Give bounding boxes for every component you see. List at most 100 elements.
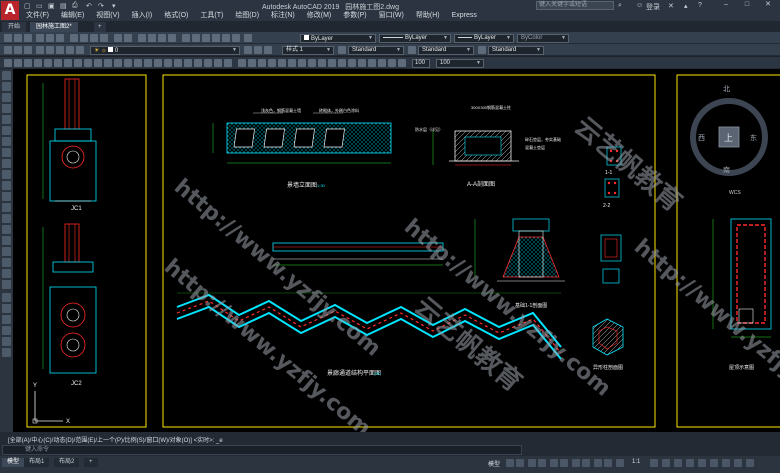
tool-gradient-icon[interactable] xyxy=(2,236,11,245)
zoom-window-icon[interactable] xyxy=(158,34,166,42)
trim-icon[interactable] xyxy=(84,59,92,67)
tool-erase-icon[interactable] xyxy=(2,293,11,302)
model-space-toggle[interactable]: 模型 xyxy=(488,459,500,468)
snap-icon[interactable] xyxy=(348,59,356,67)
tool-rectangle-icon[interactable] xyxy=(2,115,11,124)
line-icon[interactable] xyxy=(4,59,12,67)
array-icon[interactable] xyxy=(154,59,162,67)
stretch-icon[interactable] xyxy=(134,59,142,67)
isodraft-toggle-icon[interactable] xyxy=(550,459,558,467)
plot-icon[interactable] xyxy=(36,34,44,42)
mirror-icon[interactable] xyxy=(114,59,122,67)
maximize-button[interactable]: □ xyxy=(737,0,757,10)
tool-construction-line-icon[interactable] xyxy=(2,82,11,91)
menu-file[interactable]: 文件(F) xyxy=(20,11,55,21)
tool-palettes-icon[interactable] xyxy=(202,34,210,42)
tool-arc-icon[interactable] xyxy=(2,126,11,135)
layer-match-icon[interactable] xyxy=(56,46,64,54)
scale-dropdown[interactable]: 100 ▼ xyxy=(436,59,484,68)
polar-toggle-icon[interactable] xyxy=(538,459,546,467)
preview-icon[interactable] xyxy=(46,34,54,42)
arc-icon[interactable] xyxy=(34,59,42,67)
redo-icon[interactable]: ↷ xyxy=(98,2,104,10)
center-mark-icon[interactable] xyxy=(308,59,316,67)
dim-update-icon[interactable] xyxy=(328,59,336,67)
dim-style-dropdown[interactable]: 样式 1 ▼ xyxy=(282,46,334,55)
dim-linear-icon[interactable] xyxy=(238,59,246,67)
compass-west[interactable]: 西 xyxy=(698,134,705,142)
grid-toggle-icon[interactable] xyxy=(506,459,514,467)
tool-add-selected-icon[interactable] xyxy=(2,280,11,289)
publish-icon[interactable] xyxy=(56,34,64,42)
grid-icon[interactable] xyxy=(358,59,366,67)
layer-walk-icon[interactable] xyxy=(254,46,262,54)
lock-ui-icon[interactable] xyxy=(698,459,706,467)
ortho-toggle-icon[interactable] xyxy=(528,459,536,467)
open-icon[interactable] xyxy=(14,34,22,42)
plotstyle-dropdown[interactable]: ByColor ▼ xyxy=(517,34,569,43)
menu-draw[interactable]: 绘图(D) xyxy=(229,11,265,21)
otrack-toggle-icon[interactable] xyxy=(560,459,568,467)
dim-angular-icon[interactable] xyxy=(268,59,276,67)
tolerance-icon[interactable] xyxy=(298,59,306,67)
wcs-menu[interactable]: WCS xyxy=(729,190,741,196)
offset-icon[interactable] xyxy=(164,59,172,67)
list-icon[interactable] xyxy=(214,59,222,67)
leader-icon[interactable] xyxy=(288,59,296,67)
hatch-icon[interactable] xyxy=(54,59,62,67)
tool-region-icon[interactable] xyxy=(2,247,11,256)
save-icon[interactable]: ▣ xyxy=(48,2,55,10)
help-icon[interactable]: ? xyxy=(698,2,702,10)
layer-freeze-icon[interactable] xyxy=(76,46,84,54)
transparency-toggle-icon[interactable] xyxy=(594,459,602,467)
osnap-toggle-icon[interactable] xyxy=(572,459,580,467)
tool-array-icon[interactable] xyxy=(2,337,11,346)
new-file-icon[interactable]: ▢ xyxy=(24,2,31,10)
erase-icon[interactable] xyxy=(184,59,192,67)
annotation-monitor-icon[interactable] xyxy=(662,459,670,467)
layer-off-icon[interactable] xyxy=(66,46,74,54)
dim-continue-icon[interactable] xyxy=(278,59,286,67)
sheet-set-icon[interactable] xyxy=(212,34,220,42)
redo-toolbar-icon[interactable] xyxy=(124,34,132,42)
layer-properties-icon[interactable] xyxy=(4,46,12,54)
close-button[interactable]: ✕ xyxy=(758,0,778,10)
snap-toggle-icon[interactable] xyxy=(516,459,524,467)
tab-start[interactable]: 开始 xyxy=(2,22,27,32)
save-toolbar-icon[interactable] xyxy=(24,34,32,42)
pan-icon[interactable] xyxy=(138,34,146,42)
annotation-visibility-icon[interactable] xyxy=(616,459,624,467)
layout-tab-model[interactable]: 模型 xyxy=(2,458,25,467)
paste-icon[interactable] xyxy=(90,34,98,42)
tool-hatch-icon[interactable] xyxy=(2,225,11,234)
qnew-icon[interactable] xyxy=(4,34,12,42)
menu-view[interactable]: 视图(V) xyxy=(90,11,125,21)
tool-revcloud-icon[interactable] xyxy=(2,148,11,157)
autocad-logo-icon[interactable]: A xyxy=(1,1,19,20)
circle-icon[interactable] xyxy=(24,59,32,67)
copy-object-icon[interactable] xyxy=(104,59,112,67)
otrack-icon[interactable] xyxy=(398,59,406,67)
properties-icon[interactable] xyxy=(182,34,190,42)
save-as-icon[interactable]: ▤ xyxy=(60,2,67,10)
tool-spline-icon[interactable] xyxy=(2,159,11,168)
tab-drawing[interactable]: 园林施工图2* xyxy=(30,22,78,32)
clean-screen-icon[interactable] xyxy=(734,459,742,467)
markup-icon[interactable] xyxy=(222,34,230,42)
quick-access-dropdown-icon[interactable]: ▾ xyxy=(112,2,116,10)
zoom-realtime-icon[interactable] xyxy=(148,34,156,42)
make-current-icon[interactable] xyxy=(244,46,252,54)
dim-radius-icon[interactable] xyxy=(258,59,266,67)
ortho-icon[interactable] xyxy=(368,59,376,67)
tool-insert-block-icon[interactable] xyxy=(2,192,11,201)
menu-dimension[interactable]: 标注(N) xyxy=(265,11,301,21)
help-search-input[interactable]: 键入关键字或短语 xyxy=(536,1,614,10)
workspace-gear-icon[interactable] xyxy=(650,459,658,467)
copy-icon[interactable] xyxy=(80,34,88,42)
menu-format[interactable]: 格式(O) xyxy=(158,11,194,21)
multileader-style-icon[interactable] xyxy=(478,46,486,54)
scale-value-field[interactable]: 100 xyxy=(412,59,430,68)
lineweight-dropdown[interactable]: ByLayer ▼ xyxy=(454,34,514,43)
zoom-previous-icon[interactable] xyxy=(168,34,176,42)
viewcube-top-face[interactable]: 上 xyxy=(724,133,733,143)
